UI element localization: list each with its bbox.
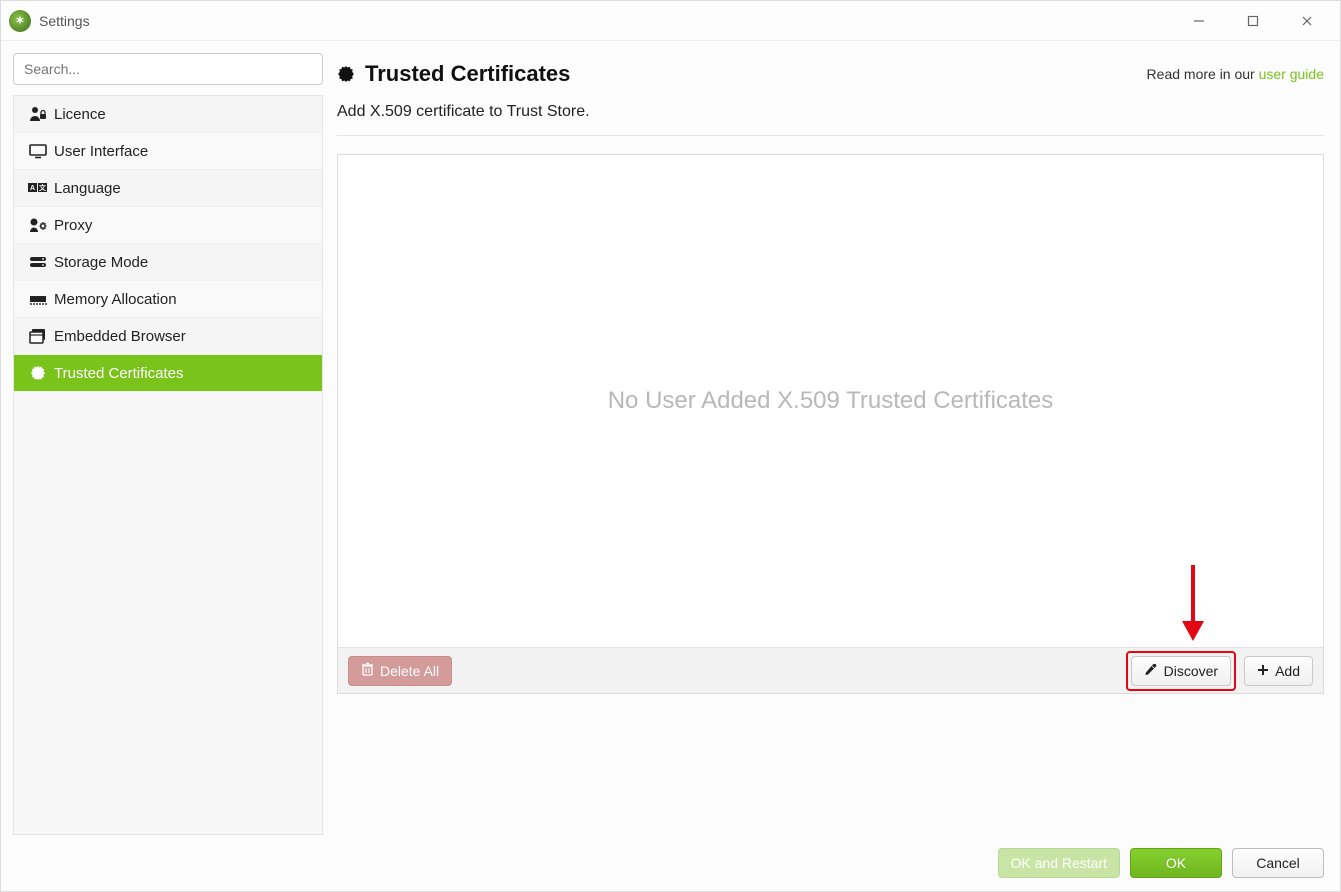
minimize-button[interactable] (1184, 6, 1214, 36)
sidebar-item-memory-allocation[interactable]: Memory Allocation (14, 281, 322, 318)
read-more-prefix: Read more in our (1147, 66, 1259, 82)
close-button[interactable] (1292, 6, 1322, 36)
annotation-arrow-icon (1178, 563, 1208, 646)
sidebar-item-label: Proxy (54, 217, 92, 234)
sidebar-item-licence[interactable]: Licence (14, 96, 322, 133)
sidebar-item-label: User Interface (54, 143, 148, 160)
delete-all-button: Delete All (348, 656, 452, 686)
add-label: Add (1275, 663, 1300, 679)
plus-icon (1257, 663, 1269, 679)
sidebar: Licence User Interface A文 Language (13, 53, 323, 835)
cancel-button[interactable]: Cancel (1232, 848, 1324, 878)
discover-button[interactable]: Discover (1131, 656, 1231, 686)
maximize-button[interactable] (1238, 6, 1268, 36)
sidebar-item-language[interactable]: A文 Language (14, 170, 322, 207)
delete-all-label: Delete All (380, 663, 439, 679)
search-input[interactable] (13, 53, 323, 85)
browser-icon (28, 326, 48, 346)
window-title: Settings (39, 13, 90, 29)
app-icon: ✶ (9, 10, 31, 32)
certificates-toolbar: Delete All Discover (338, 647, 1323, 693)
annotation-highlight: Discover (1126, 651, 1236, 691)
svg-text:文: 文 (39, 183, 47, 192)
sidebar-item-label: Memory Allocation (54, 291, 177, 308)
page-subtitle: Add X.509 certificate to Trust Store. (337, 103, 1324, 136)
eyedropper-icon (1144, 662, 1158, 679)
read-more: Read more in our user guide (1147, 66, 1324, 82)
main-panel: Trusted Certificates Read more in our us… (337, 53, 1328, 835)
storage-icon (28, 252, 48, 272)
sidebar-item-label: Language (54, 180, 121, 197)
content-area: Licence User Interface A文 Language (1, 41, 1340, 835)
sidebar-nav: Licence User Interface A文 Language (13, 95, 323, 835)
window-controls (1184, 6, 1332, 36)
sidebar-item-label: Trusted Certificates (54, 365, 184, 382)
sidebar-item-user-interface[interactable]: User Interface (14, 133, 322, 170)
discover-label: Discover (1164, 663, 1218, 679)
certificate-seal-icon (28, 363, 48, 383)
settings-window: ✶ Settings L (0, 0, 1341, 892)
sidebar-item-label: Storage Mode (54, 254, 148, 271)
monitor-icon (28, 141, 48, 161)
certificates-panel: No User Added X.509 Trusted Certificates (337, 154, 1324, 694)
page-title: Trusted Certificates (337, 61, 570, 87)
main-header: Trusted Certificates Read more in our us… (337, 53, 1324, 103)
sidebar-item-embedded-browser[interactable]: Embedded Browser (14, 318, 322, 355)
certificate-seal-icon (337, 65, 355, 83)
ok-and-restart-button: OK and Restart (998, 848, 1121, 878)
user-lock-icon (28, 104, 48, 124)
dialog-footer: OK and Restart OK Cancel (1, 835, 1340, 891)
proxy-icon (28, 215, 48, 235)
language-icon: A文 (28, 178, 48, 198)
sidebar-item-storage-mode[interactable]: Storage Mode (14, 244, 322, 281)
certificates-empty-state: No User Added X.509 Trusted Certificates (338, 155, 1323, 647)
sidebar-item-label: Licence (54, 106, 106, 123)
add-button[interactable]: Add (1244, 656, 1313, 686)
page-title-text: Trusted Certificates (365, 61, 570, 87)
svg-text:A: A (30, 185, 35, 192)
user-guide-link[interactable]: user guide (1259, 66, 1324, 82)
sidebar-item-proxy[interactable]: Proxy (14, 207, 322, 244)
empty-message: No User Added X.509 Trusted Certificates (608, 387, 1054, 415)
ok-button[interactable]: OK (1130, 848, 1222, 878)
trash-icon (361, 662, 374, 679)
sidebar-item-trusted-certificates[interactable]: Trusted Certificates (14, 355, 322, 392)
titlebar: ✶ Settings (1, 1, 1340, 41)
sidebar-item-label: Embedded Browser (54, 328, 186, 345)
memory-icon (28, 289, 48, 309)
